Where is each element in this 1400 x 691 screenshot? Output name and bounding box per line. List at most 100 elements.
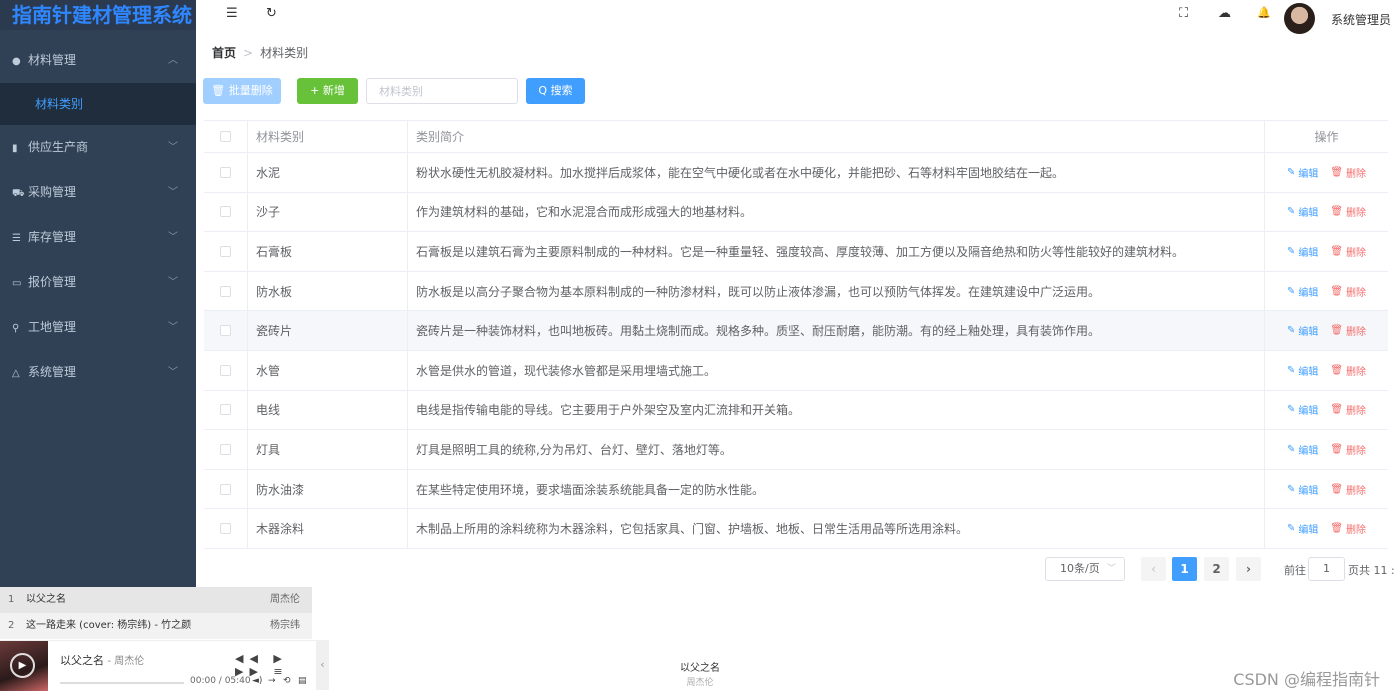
delete-button[interactable]: 🗑 删除: [1330, 442, 1366, 457]
table-row: 瓷砖片 瓷砖片是一种装饰材料，也叫地板砖。用黏土烧制而成。规格多种。质坚、耐压耐磨…: [204, 311, 1388, 351]
page-button-2[interactable]: 2: [1204, 557, 1229, 581]
sidebar-item-sites[interactable]: ⚲ 工地管理 ﹀: [0, 305, 196, 350]
page-size-select[interactable]: 10条/页 ﹀: [1045, 557, 1125, 581]
page-button-1[interactable]: 1: [1172, 557, 1197, 581]
sidebar-item-suppliers[interactable]: ▮ 供应生产商 ﹀: [0, 125, 196, 170]
track-artist: 杨宗纬: [270, 620, 300, 631]
delete-button[interactable]: 🗑 删除: [1330, 402, 1366, 417]
row-checkbox[interactable]: [220, 166, 231, 178]
chevron-down-icon: ﹀: [168, 142, 178, 153]
row-checkbox[interactable]: [220, 404, 231, 416]
chevron-up-icon: ︿: [168, 55, 178, 66]
cell-ops: ✎ 编辑 🗑 删除: [1265, 272, 1388, 311]
breadcrumb: 首页 > 材料类别: [212, 44, 308, 61]
row-checkbox[interactable]: [220, 325, 231, 337]
edit-button[interactable]: ✎ 编辑: [1287, 165, 1318, 180]
delete-button[interactable]: 🗑 删除: [1330, 363, 1366, 378]
row-select-cell: [204, 430, 248, 469]
add-button[interactable]: + 新增: [297, 78, 358, 104]
edit-button[interactable]: ✎ 编辑: [1287, 323, 1318, 338]
delete-button[interactable]: 🗑 删除: [1330, 204, 1366, 219]
edit-button[interactable]: ✎ 编辑: [1287, 482, 1318, 497]
chevron-down-icon: ﹀: [168, 232, 178, 243]
cell-desc: 灯具是照明工具的统称,分为吊灯、台灯、壁灯、落地灯等。: [408, 430, 1265, 469]
next-page-button[interactable]: ›: [1236, 557, 1261, 581]
edit-label: 编辑: [1298, 366, 1319, 378]
cell-ops: ✎ 编辑 🗑 删除: [1265, 193, 1388, 232]
sidebar-item-label: 采购管理: [28, 185, 77, 199]
delete-button[interactable]: 🗑 删除: [1330, 521, 1366, 536]
delete-button[interactable]: 🗑 删除: [1330, 244, 1366, 259]
row-checkbox[interactable]: [220, 483, 231, 495]
table-body: 水泥 粉状水硬性无机胶凝材料。加水搅拌后成浆体，能在空气中硬化或者在水中硬化，并能…: [204, 153, 1388, 549]
list-item[interactable]: 2 这一路走来 (cover: 杨宗纬) - 竹之颜 杨宗纬: [0, 613, 312, 639]
edit-button[interactable]: ✎ 编辑: [1287, 402, 1318, 417]
cell-name: 瓷砖片: [248, 311, 408, 350]
edit-icon: ✎: [1286, 443, 1296, 455]
edit-icon: ✎: [1286, 166, 1296, 178]
sidebar-item-inventory[interactable]: ☰ 库存管理 ﹀: [0, 215, 196, 260]
edit-label: 编辑: [1298, 445, 1319, 457]
delete-button[interactable]: 🗑 删除: [1330, 284, 1366, 299]
search-button[interactable]: Q 搜索: [526, 78, 585, 104]
footer-song: 以父之名 周杰伦: [0, 659, 1400, 688]
fullscreen-icon[interactable]: ⛶: [1179, 6, 1188, 21]
track-title: 这一路走来 (cover: 杨宗纬) - 竹之颜: [26, 620, 192, 631]
trash-icon: 🗑: [1330, 404, 1344, 416]
sidebar-item-materials[interactable]: ● 材料管理 ︿: [0, 38, 196, 83]
cart-icon: ⛟: [12, 188, 25, 199]
delete-button[interactable]: 🗑 删除: [1330, 323, 1366, 338]
page-size-value: 10条/页: [1060, 562, 1100, 575]
refresh-icon[interactable]: ↻: [266, 6, 277, 21]
edit-button[interactable]: ✎ 编辑: [1287, 521, 1318, 536]
row-checkbox[interactable]: [220, 285, 231, 297]
row-checkbox[interactable]: [220, 443, 231, 455]
row-checkbox[interactable]: [220, 523, 231, 535]
edit-icon: ✎: [1286, 523, 1296, 535]
sidebar-item-label: 系统管理: [28, 365, 77, 379]
select-all-checkbox[interactable]: [220, 131, 231, 142]
category-search-input[interactable]: [366, 78, 518, 104]
breadcrumb-home[interactable]: 首页: [212, 46, 236, 60]
row-checkbox[interactable]: [220, 364, 231, 376]
delete-label: 删除: [1346, 445, 1367, 457]
cell-ops: ✎ 编辑 🗑 删除: [1265, 430, 1388, 469]
sidebar-item-purchasing[interactable]: ⛟ 采购管理 ﹀: [0, 170, 196, 215]
row-select-cell: [204, 509, 248, 548]
row-checkbox[interactable]: [220, 206, 231, 218]
sidebar-item-system[interactable]: △ 系统管理 ﹀: [0, 350, 196, 395]
edit-label: 编辑: [1298, 287, 1319, 299]
cloud-icon[interactable]: ☁: [1218, 6, 1231, 21]
cell-ops: ✎ 编辑 🗑 删除: [1265, 153, 1388, 192]
total-pages-text: 页共 11 :: [1348, 564, 1395, 577]
cell-name: 水泥: [248, 153, 408, 192]
column-header-name: 材料类别: [248, 121, 408, 152]
edit-label: 编辑: [1298, 208, 1319, 220]
edit-label: 编辑: [1298, 247, 1319, 259]
prev-page-button[interactable]: ‹: [1141, 557, 1166, 581]
watermark: CSDN @编程指南针: [1233, 670, 1380, 689]
track-title: 以父之名: [26, 594, 66, 605]
bell-icon[interactable]: 🔔: [1257, 6, 1271, 19]
edit-button[interactable]: ✎ 编辑: [1287, 204, 1318, 219]
list-item[interactable]: 1 以父之名 周杰伦: [0, 587, 312, 613]
sidebar-subitem-material-category[interactable]: 材料类别: [0, 83, 196, 125]
batch-delete-button[interactable]: 🗑 批量删除: [203, 78, 281, 104]
delete-button[interactable]: 🗑 删除: [1330, 482, 1366, 497]
row-select-cell: [204, 311, 248, 350]
goto-page-input[interactable]: 1: [1308, 557, 1345, 581]
trash-icon: 🗑: [1330, 206, 1344, 218]
cell-desc: 木制品上所用的涂料统称为木器涂料，它包括家具、门窗、护墙板、地板、日常生活用品等…: [408, 509, 1265, 548]
sidebar-item-quotes[interactable]: ▭ 报价管理 ﹀: [0, 260, 196, 305]
cell-name: 石膏板: [248, 232, 408, 271]
edit-button[interactable]: ✎ 编辑: [1287, 442, 1318, 457]
edit-button[interactable]: ✎ 编辑: [1287, 284, 1318, 299]
user-name[interactable]: 系统管理员: [1331, 11, 1391, 28]
edit-button[interactable]: ✎ 编辑: [1287, 244, 1318, 259]
row-select-cell: [204, 192, 248, 232]
edit-button[interactable]: ✎ 编辑: [1287, 363, 1318, 378]
hamburger-icon[interactable]: ☰: [226, 6, 238, 21]
row-checkbox[interactable]: [220, 245, 231, 257]
delete-button[interactable]: 🗑 删除: [1330, 165, 1366, 180]
avatar[interactable]: [1284, 3, 1315, 34]
